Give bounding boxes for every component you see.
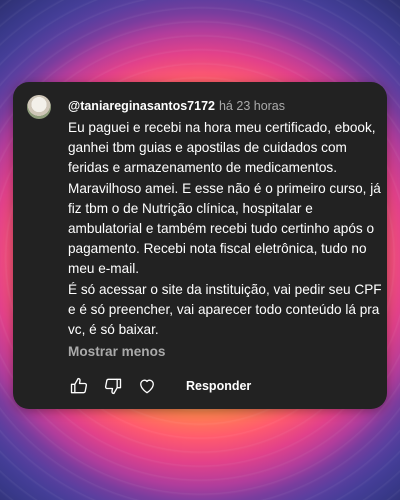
- comment-card: @taniareginasantos7172 há 23 horas Eu pag…: [13, 82, 387, 409]
- dislike-button[interactable]: [102, 375, 124, 397]
- show-less-button[interactable]: Mostrar menos: [68, 344, 165, 359]
- thumbs-down-icon: [104, 378, 122, 395]
- heart-button[interactable]: [136, 375, 158, 397]
- comment-header: @taniareginasantos7172 há 23 horas: [68, 99, 285, 114]
- username[interactable]: @taniareginasantos7172: [68, 99, 215, 113]
- reply-button[interactable]: Responder: [186, 379, 251, 393]
- thumbs-up-icon: [70, 377, 88, 394]
- comment-actions: Responder: [68, 374, 251, 398]
- comment-paragraph: Eu paguei e recebi na hora meu certifica…: [68, 120, 381, 277]
- timestamp[interactable]: há 23 horas: [219, 99, 285, 113]
- comment-body: Eu paguei e recebi na hora meu certifica…: [68, 118, 386, 340]
- like-button[interactable]: [68, 375, 90, 397]
- comment-paragraph: É só acessar o site da instituição, vai …: [68, 281, 382, 338]
- avatar[interactable]: [27, 95, 51, 119]
- heart-icon: [140, 379, 154, 394]
